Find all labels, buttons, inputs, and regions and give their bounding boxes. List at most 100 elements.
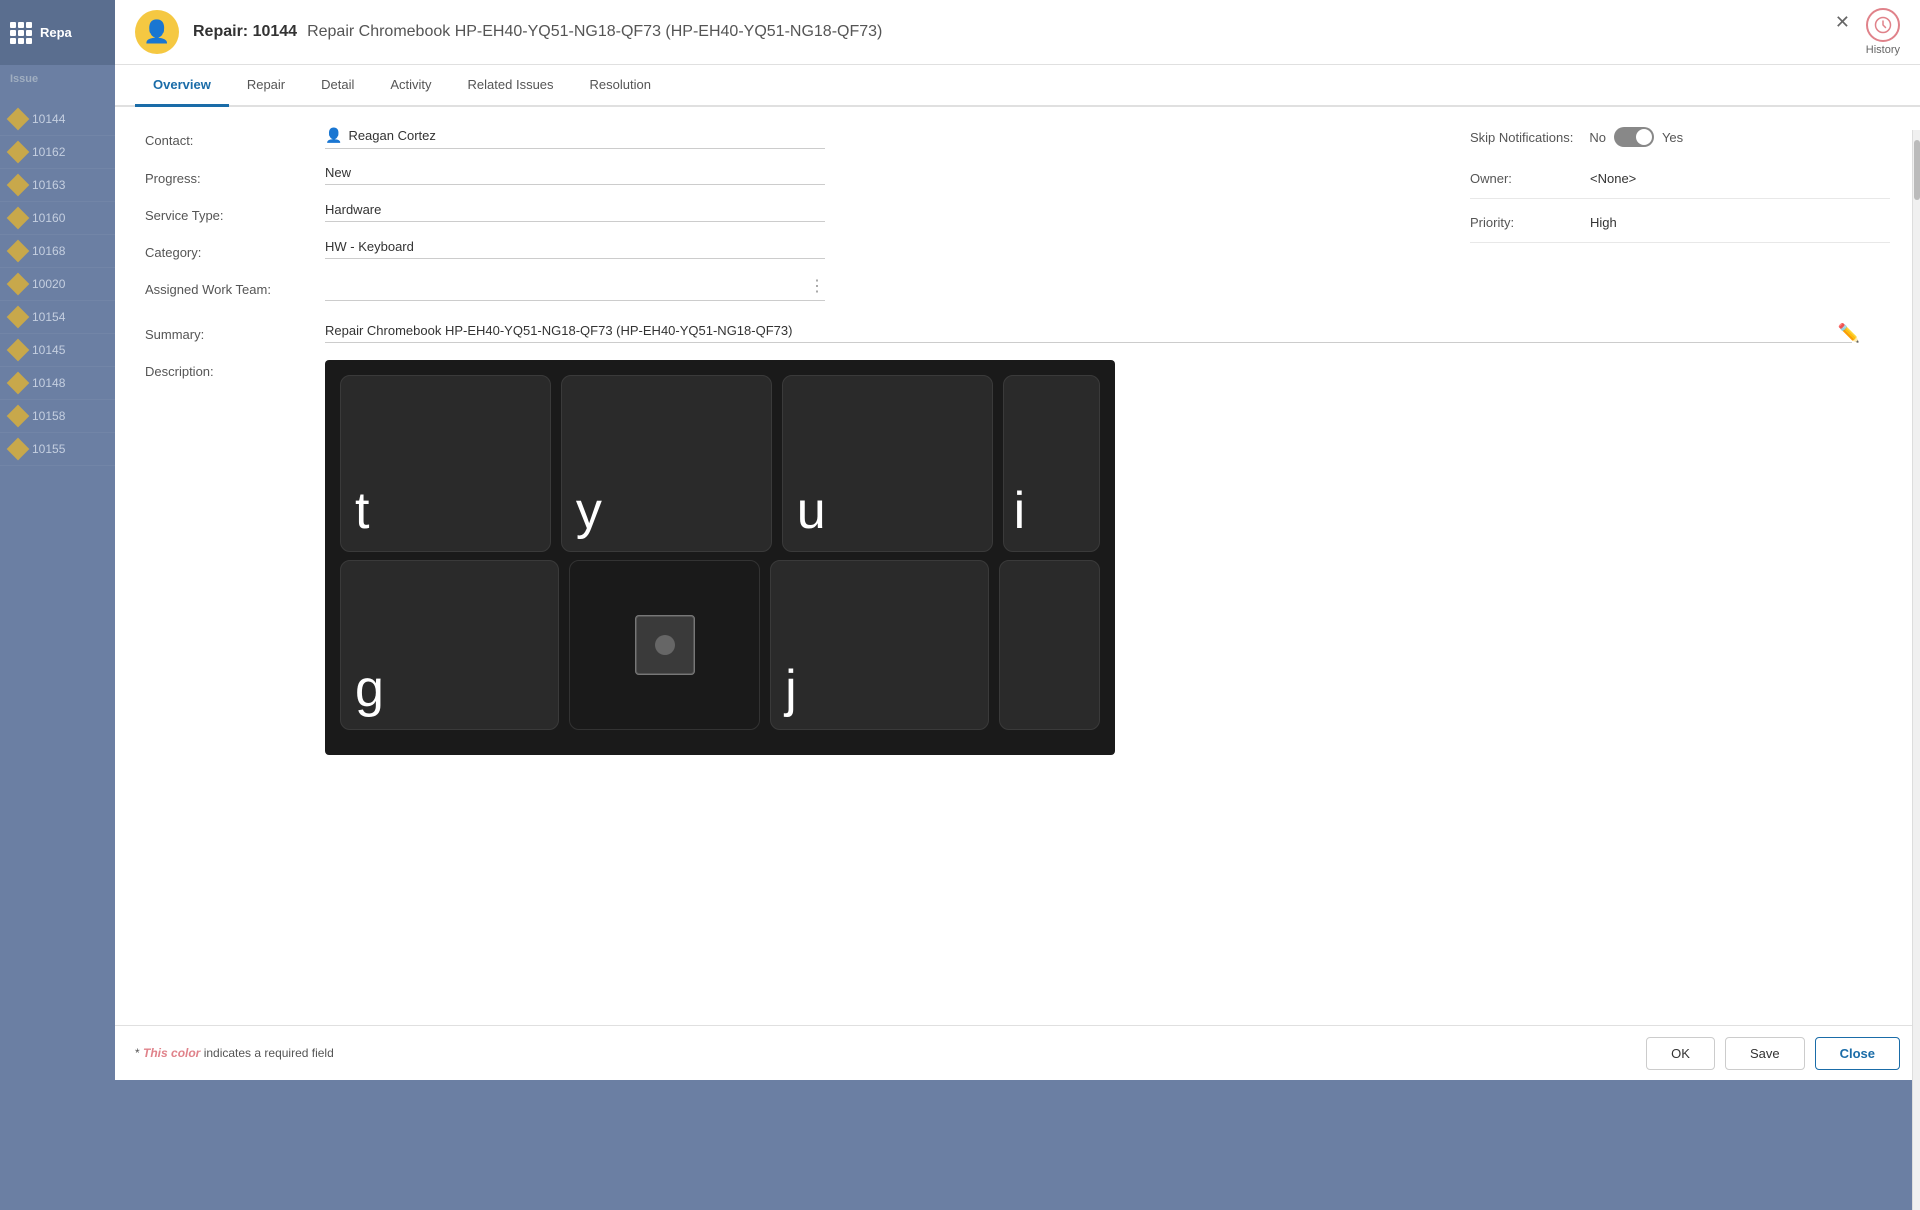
owner-value: <None> (1590, 171, 1636, 186)
history-label: History (1866, 44, 1900, 56)
modal-close-x-button[interactable]: ✕ (1835, 12, 1850, 33)
tab-resolution[interactable]: Resolution (572, 65, 669, 107)
form-right-column: Skip Notifications: No Yes Owner: <None> (1430, 127, 1890, 317)
progress-text: New (325, 165, 351, 180)
asterisk-indicator: * (135, 1046, 143, 1060)
sidebar-item-label: 10145 (32, 343, 65, 357)
contact-person-icon: 👤 (325, 127, 342, 144)
progress-row: Progress: New (145, 165, 1430, 186)
skip-notifications-toggle[interactable] (1614, 127, 1654, 147)
tab-bar: Overview Repair Detail Activity Related … (115, 65, 1920, 107)
sidebar-column-header: Issue (0, 65, 115, 93)
priority-value: High (1590, 215, 1617, 230)
sidebar-item-10163[interactable]: 10163 (0, 169, 115, 202)
sidebar-item-label: 10160 (32, 211, 65, 225)
color-indicator-text: This color (143, 1046, 200, 1060)
sidebar-item-label: 10163 (32, 178, 65, 192)
progress-label: Progress: (145, 165, 325, 186)
tab-overview[interactable]: Overview (135, 65, 229, 107)
ticket-icon (7, 306, 30, 329)
sidebar-item-10158[interactable]: 10158 (0, 400, 115, 433)
vertical-scrollbar[interactable] (1912, 130, 1920, 1210)
ticket-icon (7, 141, 30, 164)
sidebar-item-10160[interactable]: 10160 (0, 202, 115, 235)
priority-row: Priority: High (1470, 215, 1890, 243)
tab-related-issues[interactable]: Related Issues (450, 65, 572, 107)
ticket-icon (7, 438, 30, 461)
sidebar-list: 10144 10162 10163 10160 10168 10020 (0, 93, 115, 466)
tab-activity[interactable]: Activity (372, 65, 449, 107)
form-left-column: Contact: 👤 Reagan Cortez Progress: (145, 127, 1430, 317)
modal-dialog: 👤 Repair: 10144 Repair Chromebook HP-EH4… (115, 0, 1920, 1080)
priority-label: Priority: (1470, 215, 1590, 230)
ticket-icon (7, 372, 30, 395)
ticket-icon (7, 339, 30, 362)
summary-text: Repair Chromebook HP-EH40-YQ51-NG18-QF73… (325, 323, 792, 338)
assigned-work-team-row: Assigned Work Team: ⋮ (145, 276, 1430, 301)
skip-yes-label: Yes (1662, 130, 1683, 145)
ticket-icon (7, 273, 30, 296)
history-button[interactable]: History (1866, 8, 1900, 56)
modal-title-description: Repair Chromebook HP-EH40-YQ51-NG18-QF73… (307, 23, 882, 41)
save-button[interactable]: Save (1725, 1037, 1805, 1070)
progress-value: New (325, 165, 825, 185)
ok-button[interactable]: OK (1646, 1037, 1715, 1070)
owner-label: Owner: (1470, 171, 1590, 186)
assigned-work-team-label: Assigned Work Team: (145, 276, 325, 297)
sidebar-item-label: 10155 (32, 442, 65, 456)
avatar-emoji: 👤 (143, 19, 170, 45)
service-type-text: Hardware (325, 202, 381, 217)
sidebar-item-label: 10148 (32, 376, 65, 390)
contact-value: 👤 Reagan Cortez (325, 127, 825, 149)
toggle-thumb (1636, 129, 1652, 145)
modal-title-id: Repair: 10144 (193, 23, 297, 41)
sidebar-item-label: 10158 (32, 409, 65, 423)
skip-no-label: No (1589, 130, 1606, 145)
description-label: Description: (145, 360, 325, 379)
sidebar-item-label: 10144 (32, 112, 65, 126)
more-options-icon[interactable]: ⋮ (809, 276, 825, 296)
category-value: HW - Keyboard (325, 239, 825, 259)
service-type-label: Service Type: (145, 202, 325, 223)
category-row: Category: HW - Keyboard (145, 239, 1430, 260)
close-button[interactable]: Close (1815, 1037, 1900, 1070)
sidebar-item-10168[interactable]: 10168 (0, 235, 115, 268)
service-type-row: Service Type: Hardware (145, 202, 1430, 223)
category-label: Category: (145, 239, 325, 260)
ticket-icon (7, 240, 30, 263)
sidebar-item-10154[interactable]: 10154 (0, 301, 115, 334)
history-clock-icon (1866, 8, 1900, 42)
summary-value-container: Repair Chromebook HP-EH40-YQ51-NG18-QF73… (325, 323, 1852, 343)
owner-row: Owner: <None> (1470, 171, 1890, 199)
grid-icon[interactable] (10, 22, 32, 44)
skip-notifications-row: Skip Notifications: No Yes (1470, 127, 1890, 147)
tab-detail[interactable]: Detail (303, 65, 372, 107)
sidebar-item-10148[interactable]: 10148 (0, 367, 115, 400)
sidebar-item-10144[interactable]: 10144 (0, 103, 115, 136)
scrollbar-thumb[interactable] (1914, 140, 1920, 200)
contact-label: Contact: (145, 127, 325, 148)
ticket-icon (7, 405, 30, 428)
sidebar-item-10162[interactable]: 10162 (0, 136, 115, 169)
service-type-value: Hardware (325, 202, 825, 222)
sidebar-item-label: 10168 (32, 244, 65, 258)
sidebar-item-label: 10020 (32, 277, 65, 291)
keyboard-image: t y u i g (325, 360, 1115, 755)
category-text: HW - Keyboard (325, 239, 414, 254)
contact-name: Reagan Cortez (348, 128, 435, 143)
sidebar-item-10155[interactable]: 10155 (0, 433, 115, 466)
summary-label: Summary: (145, 323, 325, 342)
tab-repair[interactable]: Repair (229, 65, 303, 107)
edit-pencil-icon[interactable]: ✏️ (1838, 323, 1860, 344)
app-title: Repa (40, 25, 72, 40)
modal-body: Contact: 👤 Reagan Cortez Progress: (115, 107, 1920, 1025)
sidebar-item-10145[interactable]: 10145 (0, 334, 115, 367)
modal-footer: * This color indicates a required field … (115, 1025, 1920, 1080)
sidebar-item-10020[interactable]: 10020 (0, 268, 115, 301)
modal-header: 👤 Repair: 10144 Repair Chromebook HP-EH4… (115, 0, 1920, 65)
description-section: Description: t y u i (115, 350, 1920, 761)
form-top-section: Contact: 👤 Reagan Cortez Progress: (115, 107, 1920, 317)
sidebar-item-label: 10154 (32, 310, 65, 324)
sidebar-item-label: 10162 (32, 145, 65, 159)
assigned-work-team-value: ⋮ (325, 276, 825, 301)
